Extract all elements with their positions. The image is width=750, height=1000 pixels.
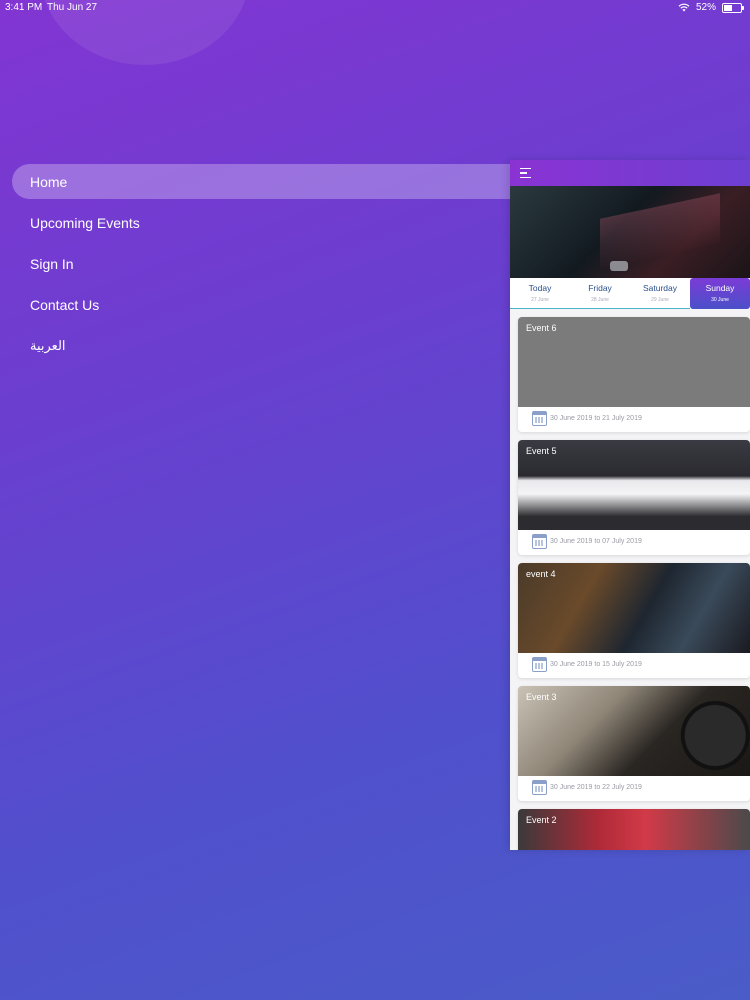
event-card[interactable]: event 4 30 June 2019 to 15 July 2019 xyxy=(518,563,750,678)
status-time: 3:41 PM xyxy=(5,2,43,13)
event-title: Event 2 xyxy=(526,815,557,825)
event-card[interactable]: Event 2 xyxy=(518,809,750,850)
tab-sunday[interactable]: Sunday 30 June xyxy=(690,278,750,309)
tab-day-name: Today xyxy=(528,283,552,293)
event-footer: 30 June 2019 to 07 July 2019 xyxy=(522,530,750,555)
menu-item-home[interactable]: Home xyxy=(12,164,552,199)
menu-item-label: Contact Us xyxy=(30,297,100,313)
menu-item-label: Home xyxy=(30,174,68,190)
calendar-icon xyxy=(532,411,547,426)
menu-item-label: العربية xyxy=(30,338,66,353)
menu-item-label: Upcoming Events xyxy=(30,215,140,231)
wifi-icon xyxy=(678,3,690,12)
menu-icon[interactable] xyxy=(520,168,531,179)
calendar-icon xyxy=(532,657,547,672)
menu-item-sign-in[interactable]: Sign In xyxy=(12,246,552,281)
event-footer: 30 June 2019 to 22 July 2019 xyxy=(522,776,750,801)
status-date: Thu Jun 27 xyxy=(47,2,98,13)
tab-friday[interactable]: Friday 28 June xyxy=(570,278,630,309)
event-title: event 4 xyxy=(526,569,556,579)
tab-day-date: 27 June xyxy=(531,297,549,303)
status-bar: 3:41 PM Thu Jun 27 52% xyxy=(0,0,750,16)
menu-item-upcoming-events[interactable]: Upcoming Events xyxy=(12,205,552,240)
menu-item-arabic[interactable]: العربية xyxy=(12,328,552,363)
battery-icon xyxy=(722,2,744,13)
tab-day-date: 29 June xyxy=(651,297,669,303)
tab-day-date: 30 June xyxy=(711,297,729,303)
event-date-range: 30 June 2019 to 15 July 2019 xyxy=(550,661,642,668)
side-menu: Home Upcoming Events Sign In Contact Us … xyxy=(12,164,552,369)
event-title: Event 6 xyxy=(526,323,557,333)
tab-day-name: Saturday xyxy=(642,283,678,293)
hero-image xyxy=(510,186,750,278)
tab-day-date: 28 June xyxy=(591,297,609,303)
tab-today[interactable]: Today 27 June xyxy=(510,278,570,309)
event-list: Event 6 30 June 2019 to 21 July 2019 Eve… xyxy=(510,309,750,850)
tab-day-name: Sunday xyxy=(705,283,735,293)
event-title: Event 3 xyxy=(526,692,557,702)
day-tabs: Today 27 June Friday 28 June Saturday 29… xyxy=(510,278,750,309)
menu-item-contact-us[interactable]: Contact Us xyxy=(12,287,552,322)
event-date-range: 30 June 2019 to 22 July 2019 xyxy=(550,784,642,791)
main-content-panel[interactable]: Today 27 June Friday 28 June Saturday 29… xyxy=(510,160,750,850)
event-date-range: 30 June 2019 to 21 July 2019 xyxy=(550,415,642,422)
event-card[interactable]: Event 5 30 June 2019 to 07 July 2019 xyxy=(518,440,750,555)
event-footer: 30 June 2019 to 15 July 2019 xyxy=(522,653,750,678)
tab-day-name: Friday xyxy=(588,283,612,293)
calendar-icon xyxy=(532,534,547,549)
event-date-range: 30 June 2019 to 07 July 2019 xyxy=(550,538,642,545)
tab-saturday[interactable]: Saturday 29 June xyxy=(630,278,690,309)
event-card[interactable]: Event 6 30 June 2019 to 21 July 2019 xyxy=(518,317,750,432)
menu-item-label: Sign In xyxy=(30,256,74,272)
event-title: Event 5 xyxy=(526,446,557,456)
calendar-icon xyxy=(532,780,547,795)
panel-header xyxy=(510,160,750,186)
battery-percent: 52% xyxy=(695,2,716,13)
event-footer: 30 June 2019 to 21 July 2019 xyxy=(522,407,750,432)
event-card[interactable]: Event 3 30 June 2019 to 22 July 2019 xyxy=(518,686,750,801)
